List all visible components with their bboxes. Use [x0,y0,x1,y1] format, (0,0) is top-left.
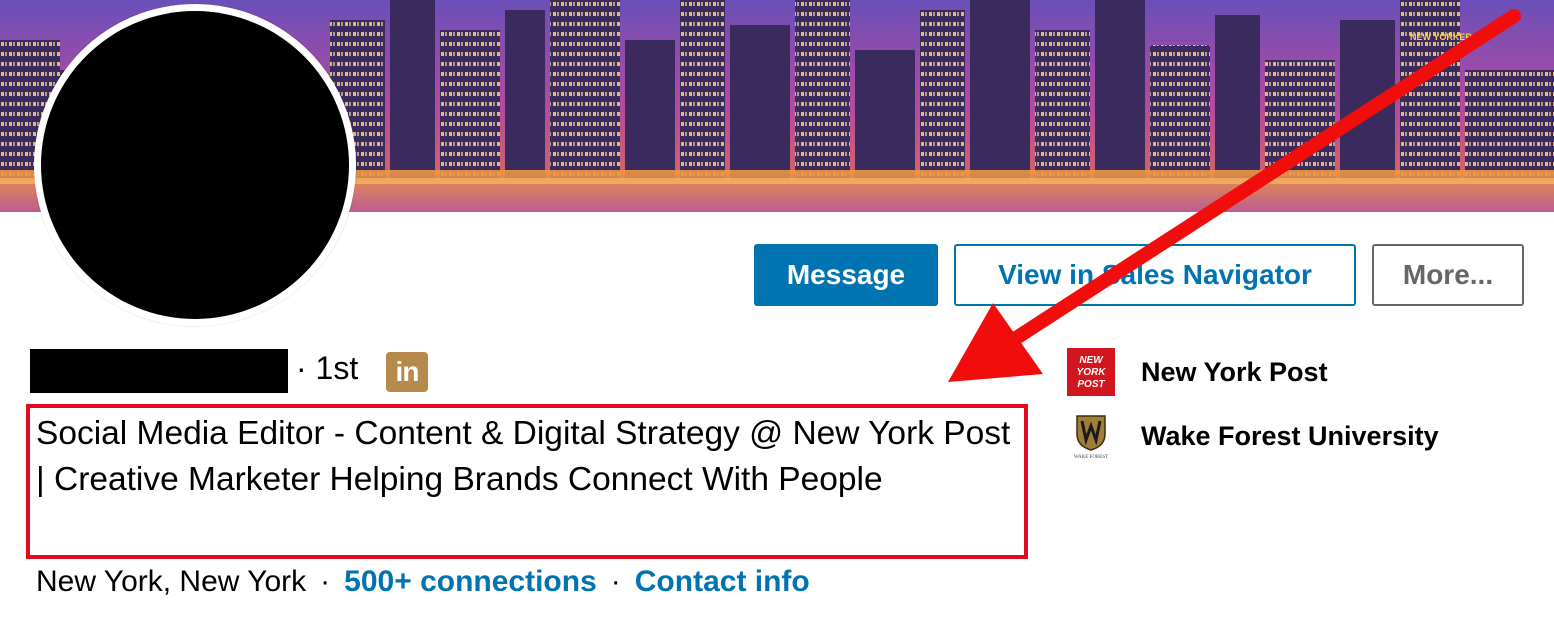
org-wake-forest-university[interactable]: WAKE FOREST Wake Forest University [1067,412,1439,460]
org-name: New York Post [1141,356,1328,387]
view-in-sales-navigator-button[interactable]: View in Sales Navigator [954,244,1356,306]
new-york-post-logo-icon: NEW YORK POST [1067,348,1115,396]
wake-forest-logo-icon: WAKE FOREST [1067,412,1115,460]
org-name: Wake Forest University [1141,420,1439,451]
profile-headline: Social Media Editor - Content & Digital … [36,415,1011,498]
svg-text:WAKE FOREST: WAKE FOREST [1074,455,1108,460]
sign-text: NEW YORKER [1410,32,1472,42]
separator-dot: · [610,565,621,598]
profile-location: New York, New York [36,565,307,598]
profile-meta-row: New York, New York · 500+ connections · Cont… [36,562,810,602]
svg-text:POST: POST [1077,379,1105,390]
avatar[interactable] [34,4,356,326]
message-button[interactable]: Message [754,244,938,306]
contact-info-link[interactable]: Contact info [635,565,810,598]
connection-degree: · 1st [296,350,359,386]
profile-name-redacted [30,349,288,393]
svg-text:NEW: NEW [1079,355,1104,366]
org-new-york-post[interactable]: NEW YORK POST New York Post [1067,348,1328,396]
separator-dot: · [320,565,331,598]
svg-text:YORK: YORK [1077,367,1107,378]
connections-link[interactable]: 500+ connections [344,565,597,598]
linkedin-premium-icon: in [386,352,428,392]
more-button[interactable]: More... [1372,244,1524,306]
avatar-photo [41,11,349,319]
